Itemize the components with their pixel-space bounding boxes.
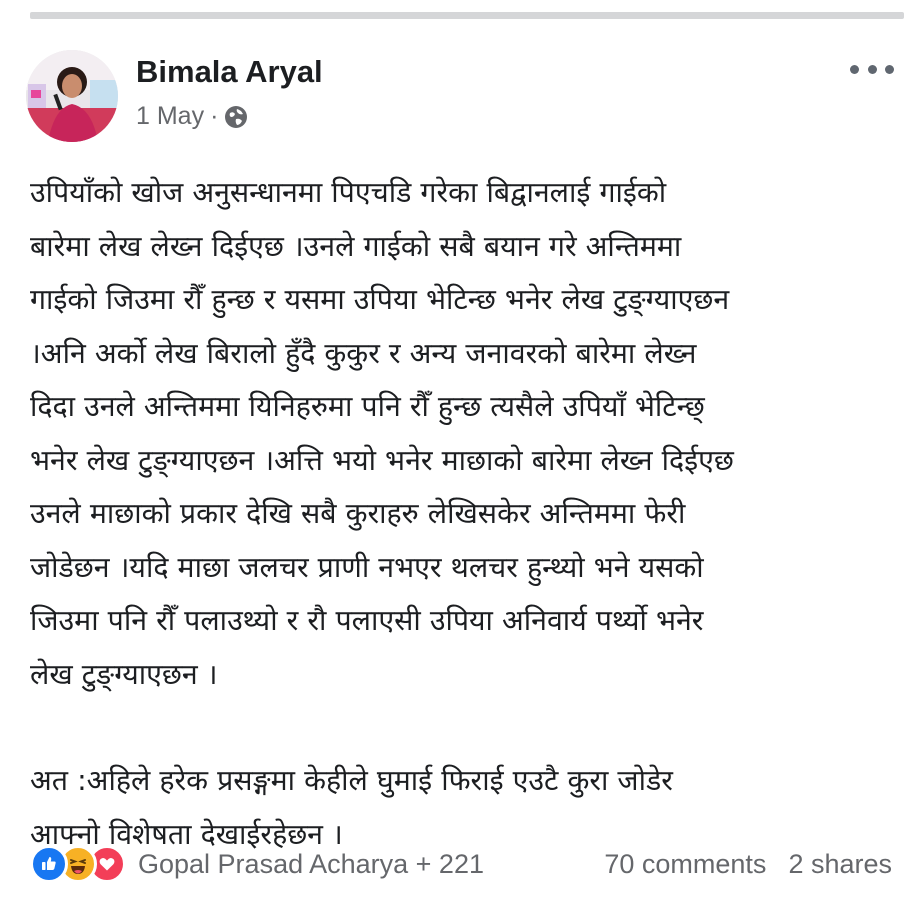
post-date[interactable]: 1 May (136, 102, 204, 131)
globe-icon (224, 105, 248, 129)
author-name[interactable]: Bimala Aryal (136, 54, 323, 90)
post-header: Bimala Aryal 1 May · (26, 44, 906, 144)
meta-separator: · (210, 102, 219, 130)
post-stats: 70 comments 2 shares (604, 849, 892, 880)
more-options-button[interactable] (850, 54, 894, 84)
post-footer: Gopal Prasad Acharya + 221 70 comments 2… (30, 842, 892, 886)
avatar[interactable] (26, 50, 118, 142)
reaction-summary[interactable]: Gopal Prasad Acharya + 221 (138, 849, 484, 880)
shares-count[interactable]: 2 shares (788, 849, 892, 880)
like-icon (30, 845, 68, 883)
avatar-image (26, 50, 118, 142)
post-paragraph-1: उपियाँको खोज अनुसन्धानमा पिएचडि गरेका बि… (30, 176, 734, 691)
comments-count[interactable]: 70 comments (604, 849, 766, 880)
post-body: उपियाँको खोज अनुसन्धानमा पिएचडि गरेका बि… (30, 166, 890, 861)
more-dot (885, 64, 894, 74)
more-dot (867, 64, 877, 74)
post-meta: 1 May · (136, 102, 248, 131)
reaction-icons[interactable] (30, 844, 126, 884)
top-divider (30, 12, 904, 19)
more-horizontal-icon (850, 64, 859, 74)
